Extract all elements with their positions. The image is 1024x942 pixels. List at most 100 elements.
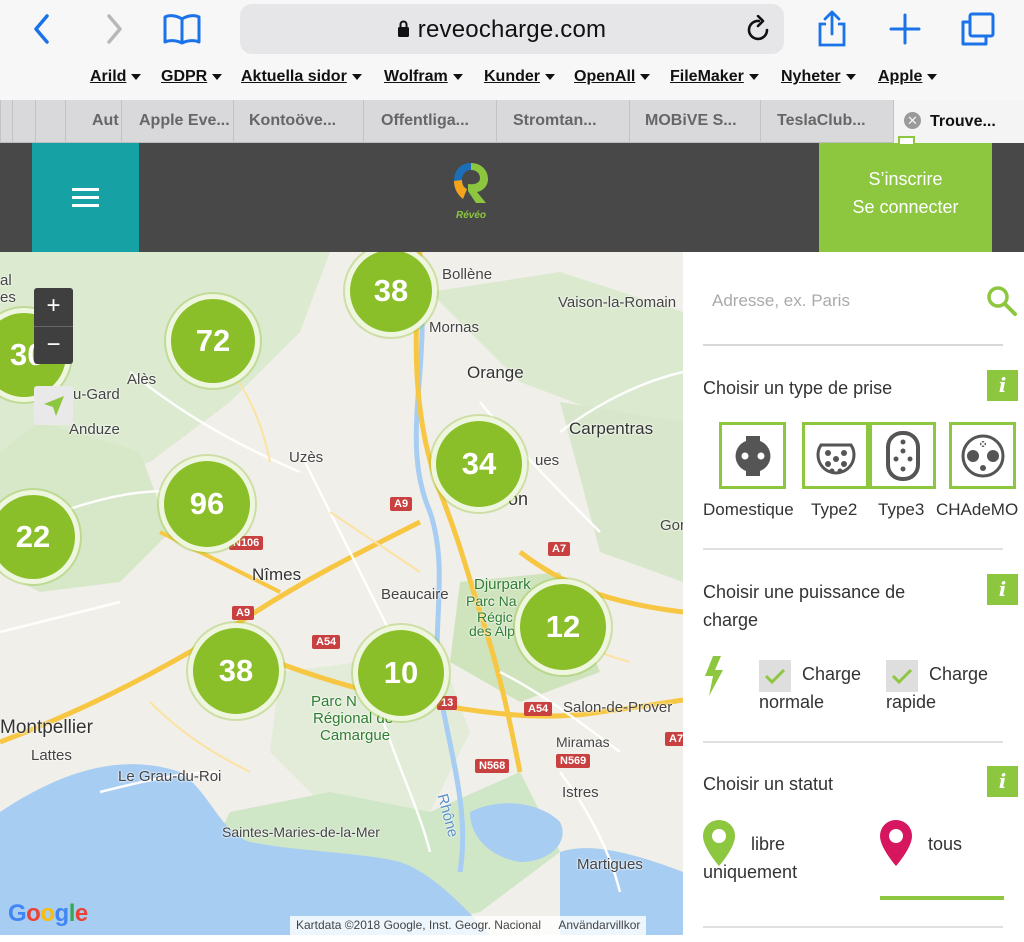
station-cluster[interactable]: 12 <box>515 579 611 675</box>
status-option-libre[interactable]: libre uniquement <box>703 818 863 888</box>
power-heading: Choisir une puissance de charge <box>703 582 906 630</box>
place-label: Martigues <box>577 856 643 873</box>
hamburger-icon <box>72 183 99 212</box>
road-shield: A9 <box>390 497 413 511</box>
login-button[interactable]: S’inscrire Se connecter <box>819 143 992 252</box>
caret-down-icon <box>927 73 938 80</box>
bookmark-folder-kunder[interactable]: Kunder <box>484 68 555 86</box>
map-view[interactable]: Bollène Vaison-la-Romain Mornas Alès Ora… <box>0 252 683 935</box>
plug-option-type3[interactable] <box>869 422 936 489</box>
place-label: u-Gard <box>73 386 120 403</box>
domestic-plug-icon <box>735 435 770 476</box>
caret-down-icon <box>351 73 362 80</box>
place-label: Miramas <box>556 734 610 750</box>
zoom-in-button[interactable]: + <box>34 288 73 326</box>
status-libre-label-line1: libre <box>751 834 786 854</box>
station-cluster[interactable]: 10 <box>353 625 449 721</box>
chademo-plug-icon <box>961 434 1004 477</box>
share-icon <box>818 10 846 47</box>
reveo-logo[interactable]: Révéo <box>448 159 494 233</box>
bookmarks-button[interactable] <box>162 10 202 48</box>
bookmark-folder-arild[interactable]: Arild <box>90 68 142 86</box>
place-label: Istres <box>562 784 599 801</box>
checkmark-icon <box>891 668 913 685</box>
status-tous-label: tous <box>928 834 963 854</box>
tab-mobive[interactable]: MOBiVE S... <box>629 100 760 143</box>
tab-aut[interactable]: Aut <box>65 100 121 143</box>
tab-offentliga[interactable]: Offentliga... <box>363 100 496 143</box>
tab-teslaclub[interactable]: TeslaClub... <box>760 100 893 143</box>
place-label: des Alp <box>469 623 515 639</box>
bookmark-folder-gdpr[interactable]: GDPR <box>161 68 223 86</box>
reload-icon[interactable] <box>746 15 772 43</box>
bookmark-folder-openall[interactable]: OpenAll <box>574 68 651 86</box>
bookmark-folder-aktuella-sidor[interactable]: Aktuella sidor <box>241 68 362 86</box>
place-label: al <box>0 272 12 289</box>
bookmark-folder-apple[interactable]: Apple <box>878 68 938 86</box>
forward-button[interactable] <box>94 10 134 48</box>
share-button[interactable] <box>812 10 852 48</box>
station-cluster[interactable]: 96 <box>159 456 255 552</box>
plug-option-domestique[interactable] <box>719 422 786 489</box>
tabs-overview-button[interactable] <box>958 10 998 48</box>
menu-button[interactable] <box>32 143 139 252</box>
place-label: Vaison-la-Romain <box>558 294 677 311</box>
filter-panel: Choisir un type de prise i Domestique Ty… <box>683 252 1024 942</box>
tab-stub[interactable] <box>0 100 12 143</box>
road-shield: A9 <box>232 606 255 620</box>
place-label: Saintes-Maries-de-la-Mer <box>222 824 380 840</box>
plug-option-type2[interactable] <box>802 422 869 489</box>
book-icon <box>163 14 201 45</box>
section-divider <box>703 926 1003 928</box>
bookmark-folder-filemaker[interactable]: FileMaker <box>670 68 759 86</box>
power-info-button[interactable]: i <box>987 574 1018 605</box>
tab-stub[interactable] <box>35 100 65 143</box>
section-divider <box>703 741 1003 743</box>
map-attribution: Kartdata ©2018 Google, Inst. Geogr. Naci… <box>290 916 647 935</box>
search-icon[interactable] <box>985 284 1019 318</box>
place-label: Camargue <box>320 727 391 744</box>
selected-status-underline <box>880 896 1004 900</box>
tab-kontooversikt[interactable]: Kontoöve... <box>233 100 363 143</box>
checkmark-icon <box>764 668 786 685</box>
tabs-icon <box>961 12 995 46</box>
plug-option-chademo[interactable] <box>949 422 1016 489</box>
caret-down-icon <box>640 73 651 80</box>
address-bar[interactable]: reveocharge.com <box>240 4 784 54</box>
address-search-input[interactable] <box>712 286 972 316</box>
tab-stub[interactable] <box>12 100 35 143</box>
zoom-out-button[interactable]: − <box>34 326 73 364</box>
place-label: Parc Na <box>466 593 517 609</box>
tab-bar: Aut Apple Eve... Kontoöve... Offentliga.… <box>0 100 1024 143</box>
back-button[interactable] <box>22 10 62 48</box>
place-label: Orange <box>467 363 524 382</box>
fast-charge-label-line2: rapide <box>886 692 937 712</box>
locate-me-button[interactable] <box>34 386 73 425</box>
close-tab-icon[interactable]: ✕ <box>904 112 921 129</box>
plug-label-chademo: CHAdeMO <box>936 500 1019 519</box>
bookmark-folder-nyheter[interactable]: Nyheter <box>781 68 856 86</box>
status-option-tous[interactable]: tous <box>880 818 1004 898</box>
station-cluster[interactable]: 72 <box>166 294 260 388</box>
plug-info-button[interactable]: i <box>987 370 1018 401</box>
place-label: Beaucaire <box>381 586 449 603</box>
station-cluster[interactable]: 34 <box>431 416 527 512</box>
new-tab-button[interactable] <box>885 10 925 48</box>
status-info-button[interactable]: i <box>987 766 1018 797</box>
zoom-controls: + − <box>34 288 73 364</box>
caret-down-icon <box>212 73 223 80</box>
caret-down-icon <box>748 73 759 80</box>
bookmarks-bar: Arild GDPR Aktuella sidor Wolfram Kunder… <box>0 58 1024 100</box>
tab-stromtankstellen[interactable]: Stromtan... <box>496 100 629 143</box>
place-label: Carpentras <box>569 419 654 438</box>
forward-chevron-icon <box>107 14 122 44</box>
place-label: Montpellier <box>0 717 93 738</box>
tab-apple-events[interactable]: Apple Eve... <box>121 100 233 143</box>
terms-link[interactable]: Användarvillkor <box>558 918 640 932</box>
bookmark-folder-wolfram[interactable]: Wolfram <box>384 68 463 86</box>
station-cluster[interactable]: 38 <box>188 623 284 719</box>
place-label: Djurpark <box>474 576 531 593</box>
login-notch <box>898 136 915 146</box>
caret-down-icon <box>452 73 463 80</box>
road-shield: A54 <box>524 702 553 716</box>
